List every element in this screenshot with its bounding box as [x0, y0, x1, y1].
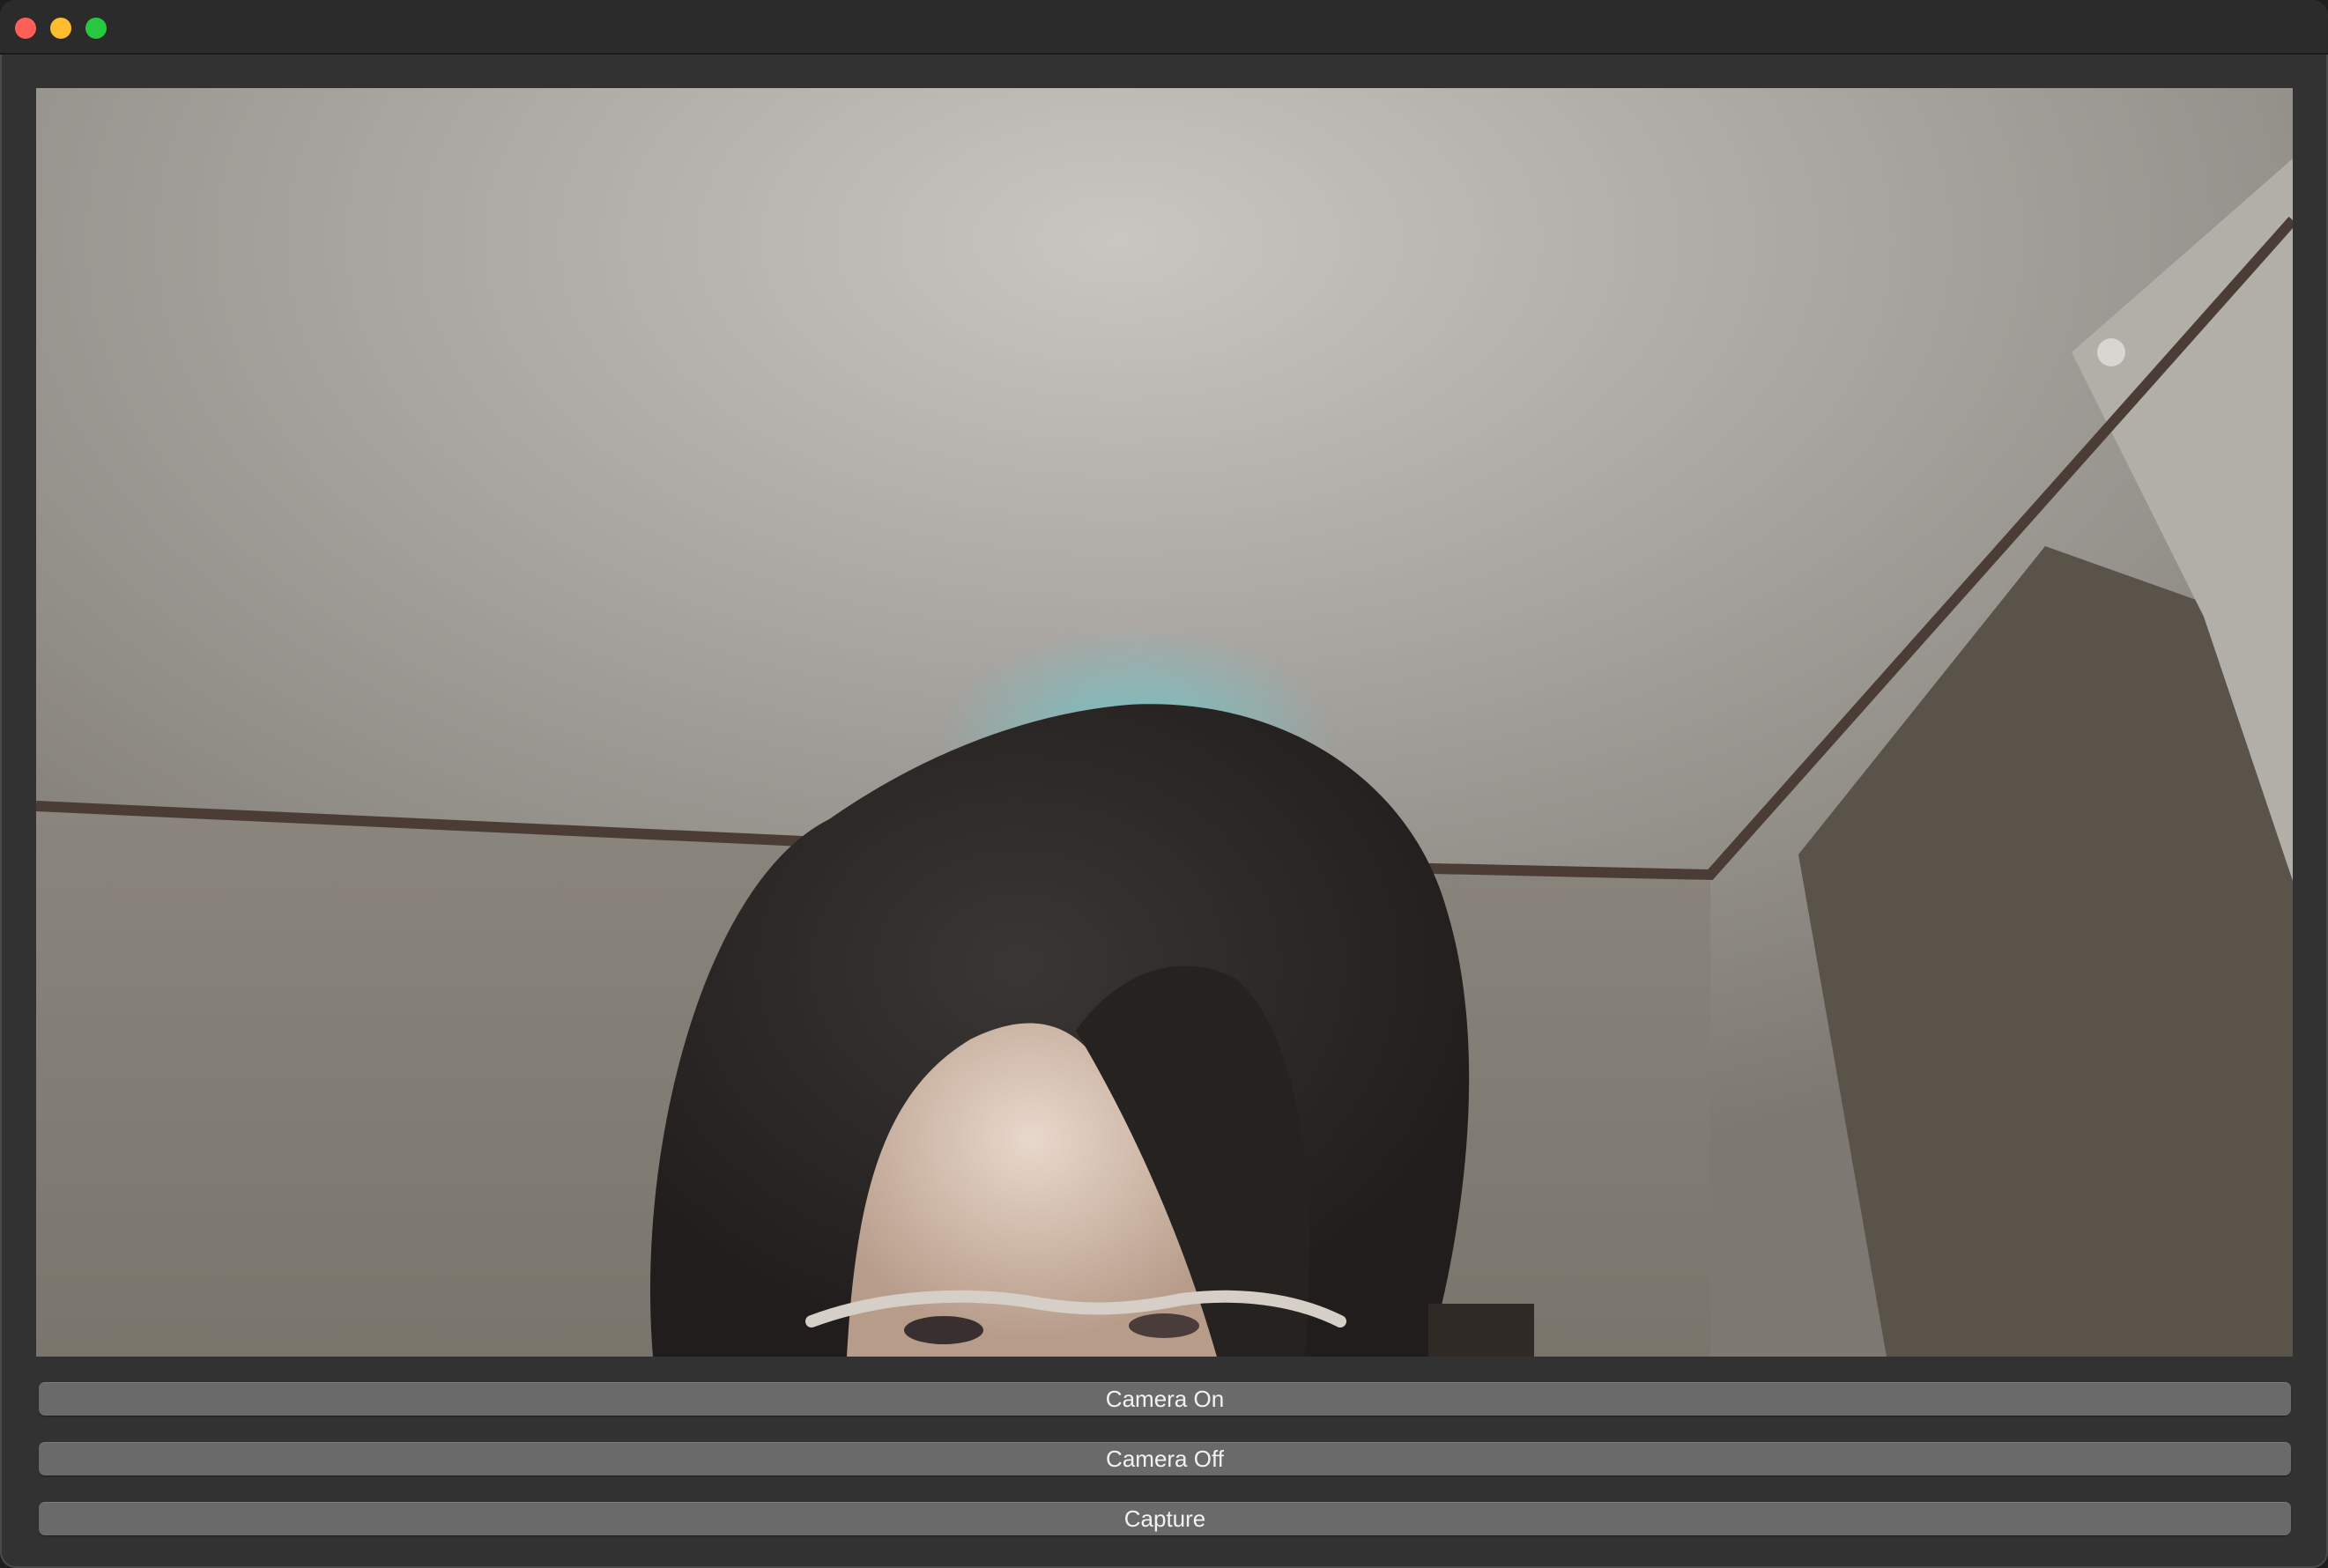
capture-button[interactable]: Capture [39, 1502, 2291, 1535]
camera-preview [36, 88, 2293, 1357]
close-window-button[interactable] [15, 18, 36, 39]
camera-off-button[interactable]: Camera Off [39, 1442, 2291, 1476]
camera-on-button[interactable]: Camera On [39, 1382, 2291, 1416]
title-bar[interactable] [0, 0, 2328, 55]
camera-feed-image [36, 88, 2293, 1357]
zoom-window-button[interactable] [85, 18, 107, 39]
minimize-window-button[interactable] [50, 18, 71, 39]
app-window: Camera On Camera Off Capture [0, 0, 2328, 1568]
